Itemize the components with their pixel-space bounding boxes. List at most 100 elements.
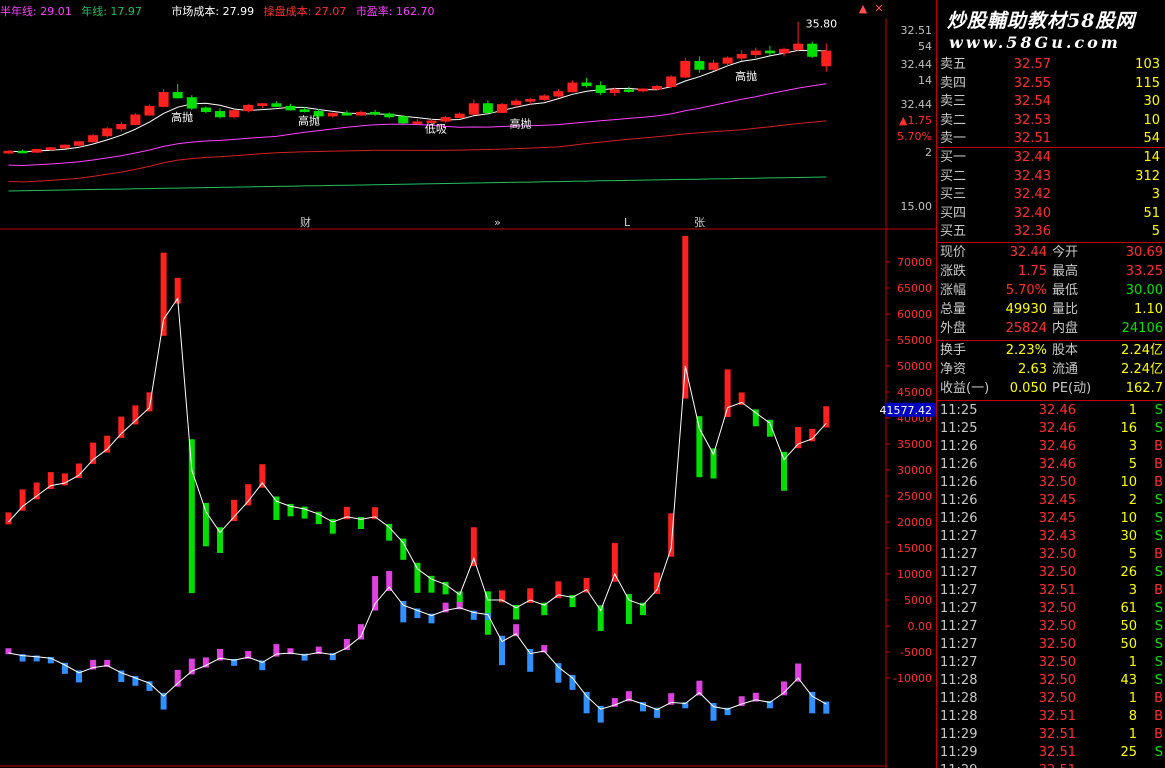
candle-body	[440, 117, 451, 122]
tick-row[interactable]: 11:25 32.46 16 S	[937, 420, 1165, 438]
high-sell-label: 高抛	[510, 116, 532, 130]
candle-body	[623, 89, 634, 92]
main-osc-bar	[795, 426, 802, 449]
tick-row[interactable]: 11:29 32.51 25 S	[937, 744, 1165, 762]
tick-volume: 3	[1128, 439, 1137, 454]
main-osc-bar	[752, 409, 759, 427]
ask-volume: 54	[1143, 131, 1160, 146]
tick-row[interactable]: 11:25 32.46 1 S	[937, 402, 1165, 420]
price-axis: 32.51 54 32.44 14 32.44 ▲1.75 5.70% 2 15.00	[897, 24, 932, 213]
collapse-up-icon[interactable]: ▲	[856, 2, 870, 16]
tick-row[interactable]: 11:27 32.51 3 B	[937, 582, 1165, 600]
candle-body	[144, 105, 155, 116]
main-osc-bar	[202, 502, 209, 547]
bid-volume: 3	[1151, 187, 1160, 202]
tick-row[interactable]: 11:27 32.50 1 S	[937, 654, 1165, 672]
tick-volume: 1	[1128, 727, 1137, 742]
quote-row: 总量 49930 量比 1.10	[937, 301, 1165, 319]
main-osc-bar	[696, 416, 703, 478]
bid-price: 32.40	[1013, 205, 1051, 221]
tick-row[interactable]: 11:26 32.46 3 B	[937, 438, 1165, 456]
tick-row[interactable]: 11:27 32.50 61 S	[937, 600, 1165, 618]
tick-row[interactable]: 11:29 32.51 1 B	[937, 726, 1165, 744]
tick-volume: 50	[1120, 619, 1137, 634]
quote-row: 涨跌 1.75 最高 33.25	[937, 263, 1165, 281]
candle-body	[88, 135, 99, 143]
chart-area[interactable]: 高抛 高抛 高抛高抛低吸35.80 32.515432.441432.44▲1.75…	[0, 0, 936, 768]
tick-volume: 3	[1128, 583, 1137, 598]
ask-row: 卖二 32.53 10	[937, 112, 1165, 130]
tick-price: 32.50	[1038, 637, 1076, 652]
quote-panel: 炒股輔助教材58股网 www.58Gu.com 卖五 32.57 103 卖四 32.5…	[936, 0, 1165, 768]
ask-price: 32.54	[1013, 94, 1051, 109]
main-osc-bar	[823, 406, 830, 428]
tick-row[interactable]: 11:28 32.51 8 B	[937, 708, 1165, 726]
watermark-url: www.58Gu.com	[949, 33, 1121, 52]
candle-body	[722, 57, 733, 64]
candle-body	[158, 92, 169, 107]
quote-key: 内盘	[1052, 321, 1079, 336]
secondary-osc-bar	[273, 644, 280, 657]
tick-time: 11:29	[940, 745, 978, 760]
osc-axis-label: 50000	[897, 360, 932, 373]
quote-value: 30.00	[1125, 283, 1163, 298]
main-osc-bar	[33, 482, 40, 500]
fundamentals-row: 换手 2.23% 股本 2.24亿	[937, 342, 1165, 360]
tick-row[interactable]: 11:26 32.46 5 B	[937, 456, 1165, 474]
high-sell-label: 高抛	[735, 69, 757, 83]
osc-axis-label: 30000	[897, 464, 932, 477]
bid-label: 买三	[940, 187, 967, 202]
tick-row[interactable]: 11:28 32.50 1 B	[937, 690, 1165, 708]
main-osc-bar	[188, 439, 195, 594]
bid-row: 买四 32.40 51	[937, 205, 1165, 223]
legend-market-cost: 市场成本: 27.99	[171, 5, 255, 18]
tick-price: 32.51	[1038, 727, 1076, 742]
close-icon[interactable]: ✕	[872, 2, 886, 16]
tick-row[interactable]: 11:27 32.50 50 S	[937, 636, 1165, 654]
candle-body	[793, 43, 804, 50]
candle-body	[172, 92, 183, 99]
tick-row[interactable]: 11:27 32.50 26 S	[937, 564, 1165, 582]
tick-time: 11:27	[940, 601, 978, 616]
fundamentals-divider	[937, 340, 1165, 341]
ma-legend: 半年线: 29.01 年线: 17.97 市场成本: 27.99 操盘成本: 2…	[0, 3, 441, 19]
tick-row[interactable]: 11:29 32.51	[937, 762, 1165, 768]
secondary-osc-bar	[372, 576, 379, 611]
fundamentals-value: 162.7	[1125, 381, 1163, 396]
quote-row: 涨幅 5.70% 最低 30.00	[937, 282, 1165, 300]
tick-side: S	[1154, 565, 1163, 580]
tick-row[interactable]: 11:26 32.50 10 B	[937, 474, 1165, 492]
ask-volume: 103	[1135, 57, 1160, 72]
cursor-value-label: 41577.42	[880, 404, 933, 417]
ask-row: 卖一 32.51 54	[937, 130, 1165, 148]
tick-time: 11:25	[940, 421, 978, 436]
tick-row[interactable]: 11:28 32.50 43 S	[937, 672, 1165, 690]
main-osc-bar	[5, 512, 12, 525]
tick-row[interactable]: 11:27 32.43 30 S	[937, 528, 1165, 546]
quote-key: 外盘	[940, 321, 967, 336]
tick-row[interactable]: 11:26 32.45 10 S	[937, 510, 1165, 528]
tick-row[interactable]: 11:27 32.50 5 B	[937, 546, 1165, 564]
secondary-osc-bar	[160, 692, 167, 710]
candle-body	[525, 98, 536, 102]
price-axis-label: 5.70%	[897, 130, 932, 143]
secondary-osc-bar	[781, 681, 787, 696]
fundamentals-value: 2.63	[1018, 362, 1047, 377]
fundamentals-value: 0.050	[1009, 381, 1047, 396]
tick-time: 11:27	[940, 565, 978, 580]
tick-volume: 26	[1120, 565, 1137, 580]
candle-body	[229, 110, 240, 118]
watermark-title: 炒股輔助教材58股网	[947, 10, 1136, 32]
legend-year-line: 年线: 17.97	[81, 5, 142, 18]
tick-row[interactable]: 11:27 32.50 50 S	[937, 618, 1165, 636]
osc-axis-label: 15000	[897, 542, 932, 555]
ask-row: 卖三 32.54 30	[937, 93, 1165, 111]
bid-label: 买二	[940, 168, 967, 184]
tick-side: B	[1154, 475, 1163, 490]
low-buy-label: 低吸	[425, 123, 447, 136]
main-osc-bar	[245, 484, 252, 506]
ask-row: 卖四 32.55 115	[937, 75, 1165, 93]
tick-side: S	[1154, 655, 1163, 670]
tick-row[interactable]: 11:26 32.45 2 S	[937, 492, 1165, 510]
secondary-osc-bar	[710, 703, 717, 721]
